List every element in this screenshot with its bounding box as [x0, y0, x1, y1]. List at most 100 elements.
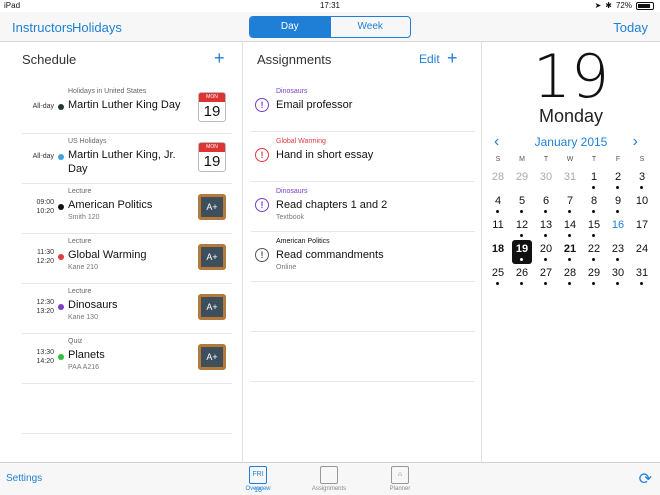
- assignment-title: Email professor: [276, 99, 353, 111]
- calendar-color-dot: [58, 154, 64, 160]
- event-time: 09:00 10:20: [36, 199, 54, 215]
- alert-icon[interactable]: !: [255, 98, 269, 112]
- tab-assignments[interactable]: Assignments: [299, 466, 359, 492]
- clock: 17:31: [319, 1, 341, 10]
- day-cell[interactable]: 26: [510, 264, 534, 288]
- bluetooth-icon: ✱: [605, 1, 612, 10]
- day-cell[interactable]: 16: [606, 216, 630, 240]
- calendar-color-dot: [58, 254, 64, 260]
- day-cell[interactable]: 25: [486, 264, 510, 288]
- event-time: All-day: [32, 153, 54, 160]
- building-icon: ⌂: [391, 466, 409, 484]
- day-cell[interactable]: 29: [510, 168, 534, 192]
- event-title: Dinosaurs: [68, 299, 118, 311]
- calendar-icon: FRI 16: [249, 466, 267, 494]
- day-cell[interactable]: 20: [534, 240, 558, 264]
- day-cell[interactable]: 12: [510, 216, 534, 240]
- assignment-item[interactable]: ! American Politics Read commandments Onlin…: [251, 232, 475, 282]
- tab-assignments-label: Assignments: [311, 486, 347, 492]
- day-cell[interactable]: 9: [606, 192, 630, 216]
- status-right: ➤ ✱ 72%: [595, 1, 654, 10]
- weekday-letter: W: [566, 156, 574, 163]
- status-bar: iPad 17:31 ➤ ✱ 72%: [0, 0, 660, 12]
- schedule-item[interactable]: All-day US Holidays Martin Luther King, Jr…: [22, 134, 232, 184]
- holidays-button[interactable]: Holidays: [72, 20, 122, 35]
- day-cell[interactable]: 30: [534, 168, 558, 192]
- month-grid: 28 29 30 31 1 2 3 4 5 6 7 8 9 10 11 12 13 14 15 16 17 18 19 20 2…: [482, 168, 660, 288]
- day-cell[interactable]: 31: [630, 264, 654, 288]
- day-cell[interactable]: 6: [534, 192, 558, 216]
- event-title: Martin Luther King, Jr.: [68, 149, 176, 161]
- day-cell[interactable]: 7: [558, 192, 582, 216]
- next-month-button[interactable]: ›: [633, 133, 638, 151]
- weekday-letter: T: [543, 156, 549, 163]
- assignments-title: Assignments: [257, 52, 332, 67]
- settings-button[interactable]: Settings: [6, 473, 42, 484]
- day-cell[interactable]: 15: [582, 216, 606, 240]
- event-category: Lecture: [68, 238, 92, 245]
- event-time: 13:30 14:20: [36, 349, 54, 365]
- empty-row: [251, 282, 475, 332]
- day-cell[interactable]: 31: [558, 168, 582, 192]
- assignment-item[interactable]: ! Global Warming Hand in short essay: [251, 132, 475, 182]
- day-cell[interactable]: 22: [582, 240, 606, 264]
- edit-assignments-button[interactable]: Edit: [419, 52, 440, 66]
- calendar-icon: MON 19: [198, 92, 226, 122]
- day-cell[interactable]: 28: [486, 168, 510, 192]
- selected-day[interactable]: 19: [512, 240, 532, 264]
- sync-icon[interactable]: ⟳: [639, 469, 652, 489]
- battery-icon: [636, 1, 654, 10]
- month-header: ‹ January 2015 ›: [482, 133, 660, 151]
- segment-week[interactable]: Week: [329, 17, 411, 37]
- assignment-item[interactable]: ! Dinosaurs Read chapters 1 and 2 Textbook: [251, 182, 475, 232]
- tab-planner[interactable]: ⌂ Planner: [370, 466, 430, 492]
- day-cell[interactable]: 24: [630, 240, 654, 264]
- segment-day[interactable]: Day: [250, 17, 330, 37]
- weekday-letter: S: [495, 156, 501, 163]
- assignment-course: Dinosaurs: [276, 188, 308, 195]
- instructors-button[interactable]: Instructors: [12, 20, 73, 35]
- day-cell[interactable]: 5: [510, 192, 534, 216]
- day-cell[interactable]: 30: [606, 264, 630, 288]
- day-cell[interactable]: 4: [486, 192, 510, 216]
- weekday-header: SMTWTFS: [482, 156, 660, 163]
- tab-bar: Settings FRI 16 Overview Assignments ⌂ P…: [0, 462, 660, 495]
- day-cell[interactable]: 29: [582, 264, 606, 288]
- alert-icon[interactable]: !: [255, 248, 269, 262]
- event-category: US Holidays: [68, 138, 107, 145]
- day-cell[interactable]: 2: [606, 168, 630, 192]
- chalkboard-icon: A+: [198, 294, 226, 320]
- schedule-item[interactable]: 12:30 13:20 Lecture Dinosaurs Kane 130 A+: [22, 284, 232, 334]
- today-button[interactable]: Today: [613, 20, 648, 35]
- assignment-item[interactable]: ! Dinosaurs Email professor: [251, 82, 475, 132]
- schedule-item[interactable]: 11:30 12:20 Lecture Global Warming Kane 210 A…: [22, 234, 232, 284]
- day-cell[interactable]: 11: [486, 216, 510, 240]
- weekday-letter: T: [591, 156, 597, 163]
- day-cell[interactable]: 14: [558, 216, 582, 240]
- day-cell[interactable]: 18: [486, 240, 510, 264]
- event-title: Global Warming: [68, 249, 147, 261]
- weekday-letter: M: [519, 156, 525, 163]
- add-event-button[interactable]: +: [214, 48, 225, 69]
- week-row: 28 29 30 31 1 2 3: [482, 168, 660, 192]
- day-cell[interactable]: 21: [558, 240, 582, 264]
- assignment-course: American Politics: [276, 238, 330, 245]
- day-cell[interactable]: 13: [534, 216, 558, 240]
- add-assignment-button[interactable]: +: [447, 48, 458, 69]
- day-cell[interactable]: 1: [582, 168, 606, 192]
- day-cell[interactable]: 10: [630, 192, 654, 216]
- tab-overview[interactable]: FRI 16 Overview: [228, 466, 288, 494]
- day-cell[interactable]: 17: [630, 216, 654, 240]
- schedule-item[interactable]: 13:30 14:20 Quiz Planets PAA A216 A+: [22, 334, 232, 384]
- day-cell[interactable]: 23: [606, 240, 630, 264]
- schedule-item[interactable]: All-day Holidays in United States Martin L…: [22, 84, 232, 134]
- alert-icon[interactable]: !: [255, 198, 269, 212]
- day-cell[interactable]: 27: [534, 264, 558, 288]
- day-cell[interactable]: 28: [558, 264, 582, 288]
- empty-row: [22, 384, 232, 434]
- day-cell[interactable]: 3: [630, 168, 654, 192]
- event-category: Holidays in United States: [68, 88, 147, 95]
- schedule-item[interactable]: 09:00 10:20 Lecture American Politics Smith …: [22, 184, 232, 234]
- day-cell[interactable]: 8: [582, 192, 606, 216]
- alert-icon[interactable]: !: [255, 148, 269, 162]
